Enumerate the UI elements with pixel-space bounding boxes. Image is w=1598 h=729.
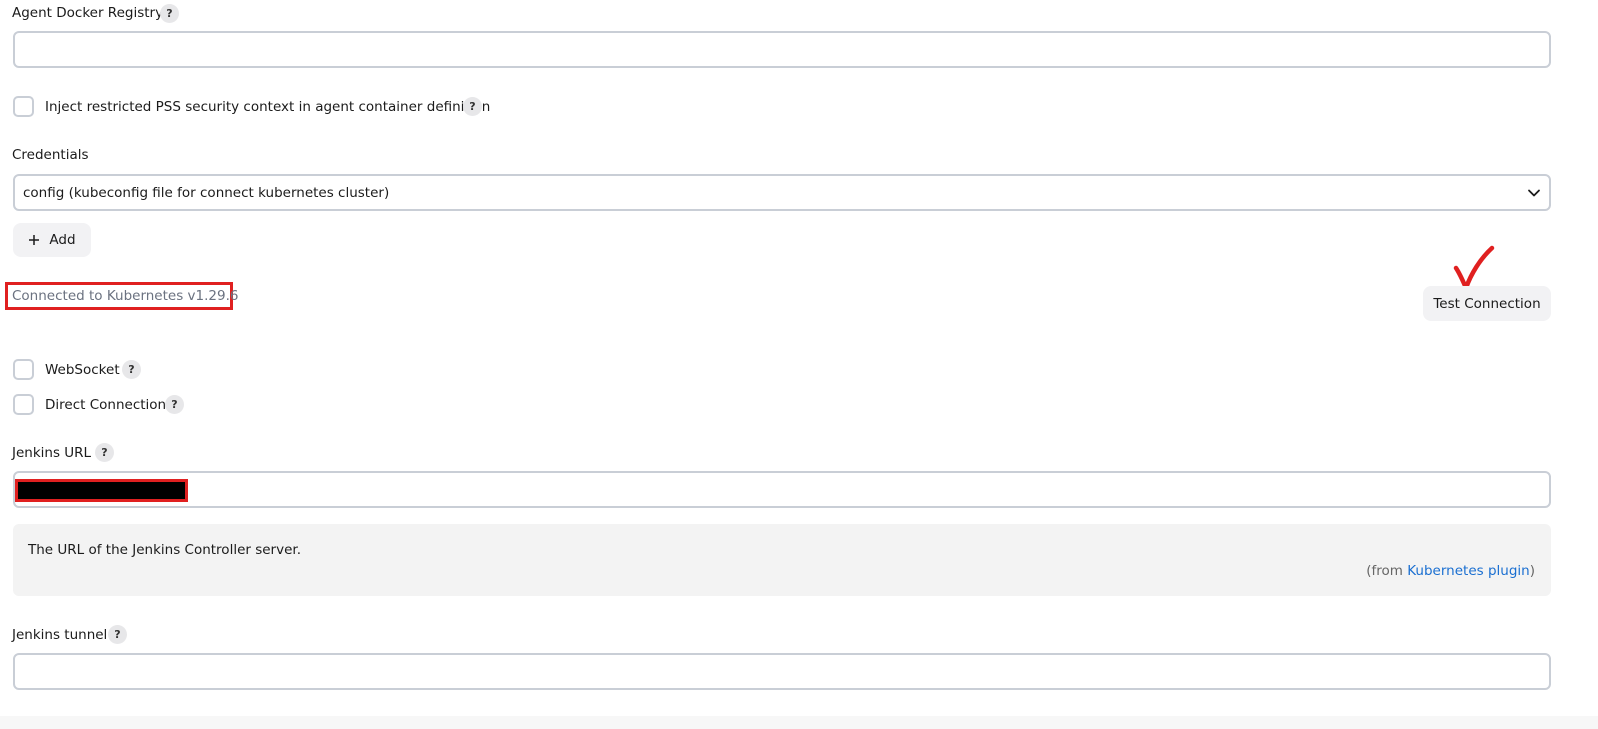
help-icon[interactable]: ? [95, 443, 114, 462]
add-credentials-button[interactable]: Add [13, 223, 91, 257]
agent-docker-registry-input[interactable] [13, 31, 1551, 68]
inject-pss-label: Inject restricted PSS security context i… [45, 99, 491, 115]
bottom-divider [0, 716, 1598, 729]
agent-docker-registry-label: Agent Docker Registry [12, 4, 163, 22]
credentials-label: Credentials [12, 147, 89, 163]
jenkins-url-help-text: The URL of the Jenkins Controller server… [28, 542, 301, 558]
help-source-suffix: ) [1529, 563, 1535, 579]
direct-connection-checkbox[interactable] [13, 394, 34, 415]
jenkins-tunnel-label: Jenkins tunnel [12, 627, 108, 643]
kubernetes-cloud-config-form: Agent Docker Registry ? Inject restricte… [0, 0, 1598, 729]
credentials-selected-value: config (kubeconfig file for connect kube… [23, 184, 390, 201]
chevron-down-icon [1528, 189, 1540, 196]
agent-docker-registry-label-text: Agent Docker Registry [12, 5, 164, 21]
test-connection-button[interactable]: Test Connection [1423, 286, 1551, 321]
jenkins-url-help-panel: The URL of the Jenkins Controller server… [13, 524, 1551, 596]
help-icon[interactable]: ? [108, 625, 127, 644]
jenkins-url-input[interactable] [13, 471, 1551, 508]
plus-icon [29, 235, 40, 245]
add-credentials-label: Add [49, 232, 76, 248]
help-icon[interactable]: ? [122, 360, 141, 379]
kubernetes-plugin-link[interactable]: Kubernetes plugin [1407, 563, 1529, 579]
inject-pss-checkbox[interactable] [13, 96, 34, 117]
jenkins-tunnel-input[interactable] [13, 653, 1551, 690]
credentials-select[interactable]: config (kubeconfig file for connect kube… [13, 174, 1551, 211]
help-icon[interactable]: ? [463, 97, 482, 116]
help-icon[interactable]: ? [160, 4, 179, 23]
direct-connection-label: Direct Connection [45, 397, 167, 413]
websocket-label: WebSocket [45, 362, 120, 378]
jenkins-url-label: Jenkins URL [12, 445, 92, 461]
help-icon[interactable]: ? [165, 395, 184, 414]
help-source-prefix: (from [1366, 563, 1408, 579]
help-source: (from Kubernetes plugin) [1366, 562, 1535, 580]
checkmark-annotation-icon [1453, 245, 1495, 291]
redacted-url-value [15, 479, 188, 502]
websocket-checkbox[interactable] [13, 359, 34, 380]
connection-status-text: Connected to Kubernetes v1.29.6 [12, 288, 239, 304]
